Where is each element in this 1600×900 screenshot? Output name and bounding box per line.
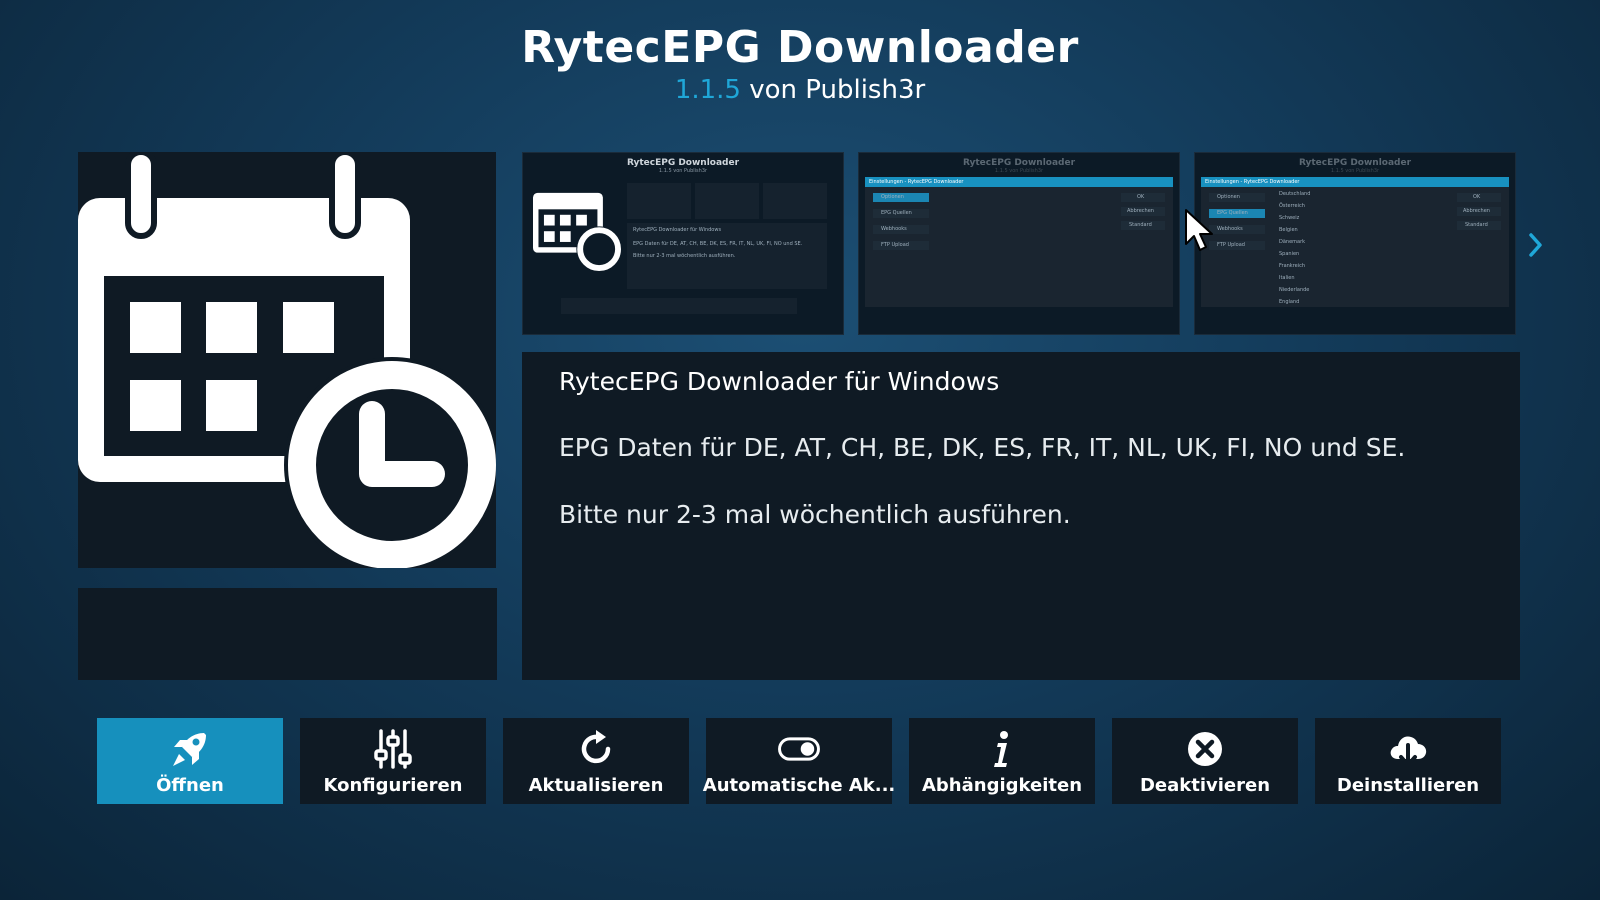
thumb-cancel-label: Abbrechen (1127, 208, 1154, 214)
thumb-default-label: Standard (1465, 222, 1488, 228)
toggle-icon (777, 727, 821, 771)
thumb-ok-label: OK (1473, 194, 1481, 200)
thumb-list-item: Italien (1279, 275, 1295, 281)
thumb-list-item: Dänemark (1279, 239, 1306, 245)
addon-title: RytecEPG Downloader (521, 22, 1079, 73)
blank-panel (78, 588, 497, 680)
screenshot-thumb-1[interactable]: RytecEPG Downloader 1.1.5 von Publish3r … (522, 152, 844, 335)
close-circle-icon (1183, 727, 1227, 771)
info-icon (980, 727, 1024, 771)
thumb-menu-item: Webhooks (881, 226, 907, 232)
addon-version: 1.1.5 (674, 75, 741, 105)
configure-button-label: Konfigurieren (323, 775, 463, 796)
dependencies-button-label: Abhängigkeiten (921, 775, 1083, 796)
thumb-menu-item: Optionen (1217, 194, 1240, 200)
description-title: RytecEPG Downloader für Windows (559, 367, 1000, 396)
auto-update-button[interactable]: Automatische Ak... (702, 718, 896, 804)
thumb-ok-label: OK (1137, 194, 1145, 200)
description-line: EPG Daten für DE, AT, CH, BE, DK, ES, FR… (559, 433, 1406, 462)
thumb-menu-item: EPG Quellen (881, 210, 912, 216)
disable-button[interactable]: Deaktivieren (1112, 718, 1298, 804)
sliders-icon (371, 727, 415, 771)
rocket-icon (168, 727, 212, 771)
thumb-list-item: Belgien (1279, 227, 1298, 233)
thumb-bar-text: Einstellungen - RytecEPG Downloader (1205, 179, 1300, 185)
addon-author: von Publish3r (749, 75, 926, 105)
chevron-right-icon[interactable] (1526, 230, 1546, 260)
thumb-bar-text: Einstellungen - RytecEPG Downloader (869, 179, 964, 185)
thumb-title: RytecEPG Downloader (626, 158, 740, 168)
thumb-menu-item: EPG Quellen (1217, 210, 1248, 216)
description-line: Bitte nur 2-3 mal wöchentlich ausführen. (559, 500, 1071, 529)
thumb-menu-item: Webhooks (1217, 226, 1243, 232)
thumb-default-label: Standard (1129, 222, 1152, 228)
thumb-list-item: Frankreich (1279, 263, 1306, 269)
thumb-list-item: England (1279, 299, 1300, 305)
thumb-title: RytecEPG Downloader (1298, 158, 1412, 168)
addon-header: RytecEPG Downloader 1.1.5 von Publish3r (0, 22, 1600, 105)
screenshot-thumb-2[interactable]: RytecEPG Downloader 1.1.5 von Publish3r … (858, 152, 1180, 335)
description-panel: RytecEPG Downloader für Windows EPG Date… (522, 352, 1520, 680)
thumb-desc-line2: Bitte nur 2-3 mal wöchentlich ausführen. (633, 253, 736, 259)
thumb-subtitle: 1.1.5 von Publish3r (658, 168, 708, 174)
open-button-label: Öffnen (156, 775, 224, 796)
thumb-subtitle: 1.1.5 von Publish3r (1330, 168, 1380, 174)
thumb-menu-item: FTP Upload (1217, 242, 1245, 248)
mini-calendar-icon (533, 192, 621, 271)
addon-icon-panel (78, 152, 496, 568)
thumb-list-item: Schweiz (1279, 215, 1300, 221)
thumb-list-item: Spanien (1279, 251, 1300, 257)
thumb-list-item: Niederlande (1279, 287, 1310, 293)
screenshot-thumb-3[interactable]: RytecEPG Downloader 1.1.5 von Publish3r … (1194, 152, 1516, 335)
thumb-desc-line1: EPG Daten für DE, AT, CH, BE, DK, ES, FR… (633, 241, 803, 247)
thumb-list-item: Österreich (1279, 203, 1305, 209)
thumb-title: RytecEPG Downloader (962, 158, 1076, 168)
cloud-download-icon (1386, 727, 1430, 771)
mouse-cursor-icon (1185, 209, 1213, 251)
open-button[interactable]: Öffnen (97, 718, 283, 804)
thumb-list-item: Deutschland (1279, 191, 1311, 197)
uninstall-button[interactable]: Deinstallieren (1315, 718, 1501, 804)
thumb-subtitle: 1.1.5 von Publish3r (994, 168, 1044, 174)
disable-button-label: Deaktivieren (1139, 775, 1271, 796)
update-button-label: Aktualisieren (528, 775, 664, 796)
thumb-menu-item: FTP Upload (881, 242, 909, 248)
dependencies-button[interactable]: Abhängigkeiten (909, 718, 1095, 804)
refresh-icon (574, 727, 618, 771)
uninstall-button-label: Deinstallieren (1336, 775, 1480, 796)
thumb-desc-title: RytecEPG Downloader für Windows (633, 227, 722, 233)
thumb-cancel-label: Abbrechen (1463, 208, 1490, 214)
thumb-menu-item: Optionen (881, 194, 904, 200)
calendar-clock-icon (78, 152, 496, 568)
addon-subtitle: 1.1.5 von Publish3r (0, 75, 1600, 105)
configure-button[interactable]: Konfigurieren (300, 718, 486, 804)
auto-update-button-label: Automatische Ak... (702, 775, 896, 796)
update-button[interactable]: Aktualisieren (503, 718, 689, 804)
